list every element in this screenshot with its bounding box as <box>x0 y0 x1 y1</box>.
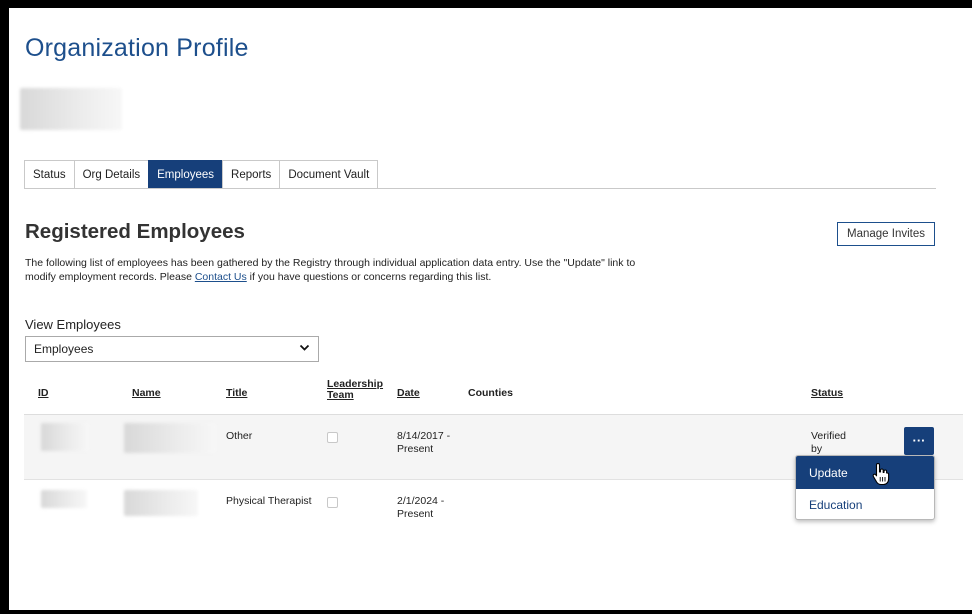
tab-document-vault[interactable]: Document Vault <box>279 160 379 188</box>
leadership-header-line2: Team <box>327 389 354 401</box>
contact-us-link[interactable]: Contact Us <box>195 271 247 283</box>
hand-cursor-icon <box>872 462 890 486</box>
menu-item-education[interactable]: Education <box>796 489 934 519</box>
row-date-end: Present <box>397 507 434 520</box>
tab-status[interactable]: Status <box>24 160 75 188</box>
row-status-line1: Verified <box>811 430 847 442</box>
row-date-start: 8/14/2017 - <box>397 430 451 442</box>
employee-name-redacted <box>124 490 198 516</box>
leadership-checkbox[interactable] <box>327 497 338 508</box>
employee-name-redacted <box>124 423 216 453</box>
row-actions-menu: Update Education <box>795 455 935 520</box>
row-date-end: Present <box>397 442 434 455</box>
column-header-counties: Counties <box>468 387 513 399</box>
employee-id-redacted <box>41 423 89 451</box>
section-description: The following list of employees has been… <box>25 257 665 284</box>
column-header-leadership-team[interactable]: Leadership Team <box>327 379 383 401</box>
profile-tabs: Status Org Details Employees Reports Doc… <box>24 160 936 189</box>
column-header-title[interactable]: Title <box>226 388 247 399</box>
section-title: Registered Employees <box>25 220 245 243</box>
tab-reports[interactable]: Reports <box>222 160 281 188</box>
description-text-2: if you have questions or concerns regard… <box>246 270 492 283</box>
column-header-name[interactable]: Name <box>132 388 161 399</box>
menu-item-update[interactable]: Update <box>796 456 934 489</box>
row-date: 2/1/2024 - Present <box>397 495 444 520</box>
chevron-down-icon <box>299 342 310 356</box>
manage-invites-button[interactable]: Manage Invites <box>837 222 935 246</box>
employee-id-redacted <box>41 490 87 508</box>
row-title: Physical Therapist <box>226 495 312 507</box>
page-title: Organization Profile <box>25 34 249 62</box>
view-employees-select[interactable]: Employees <box>25 336 319 362</box>
organization-logo-redacted <box>20 88 122 130</box>
leadership-checkbox[interactable] <box>327 432 338 443</box>
column-header-date[interactable]: Date <box>397 388 420 399</box>
row-status: Verified by <box>811 430 846 455</box>
row-status-line2: by <box>811 442 823 455</box>
row-actions-button[interactable]: ··· <box>904 427 934 455</box>
tab-employees[interactable]: Employees <box>148 160 224 188</box>
row-title: Other <box>226 430 253 442</box>
tab-org-details[interactable]: Org Details <box>73 160 150 188</box>
row-date: 8/14/2017 - Present <box>397 430 450 455</box>
column-header-status[interactable]: Status <box>811 388 843 399</box>
row-date-start: 2/1/2024 - <box>397 495 445 507</box>
view-employees-selected: Employees <box>34 342 94 356</box>
view-employees-label: View Employees <box>25 317 121 332</box>
column-header-id[interactable]: ID <box>38 388 49 399</box>
